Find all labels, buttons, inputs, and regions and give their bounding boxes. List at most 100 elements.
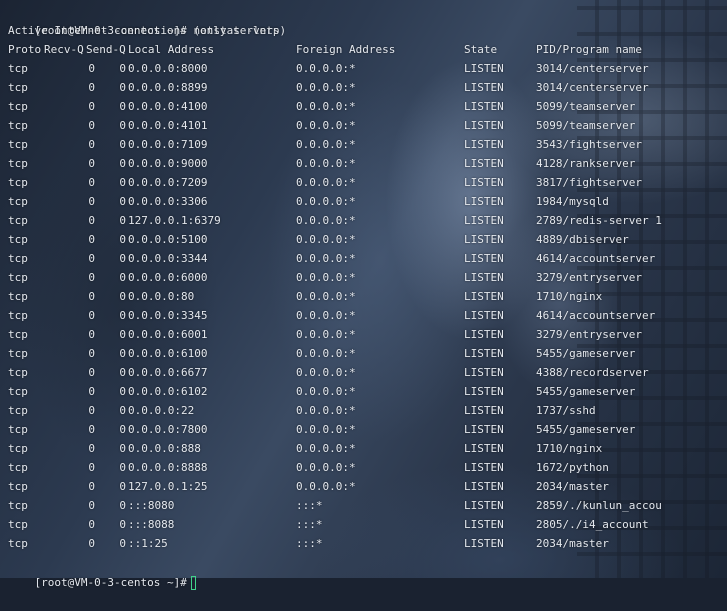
cell-pid-program: 5455/gameserver bbox=[536, 423, 636, 436]
cell-send-q: 0 bbox=[119, 518, 126, 531]
table-row: tcp 0 0::1:25:::* LISTEN 2034/master bbox=[8, 534, 708, 553]
cell-proto: tcp bbox=[8, 366, 28, 379]
header-send-q: Send-Q bbox=[86, 43, 126, 56]
cell-proto: tcp bbox=[8, 461, 28, 474]
cell-state: LISTEN bbox=[464, 461, 504, 474]
cell-local-address: 0.0.0.0:5100 bbox=[128, 233, 208, 246]
header-recv-q: Recv-Q bbox=[44, 43, 84, 56]
cell-proto: tcp bbox=[8, 328, 28, 341]
table-row: tcp 0 0 0.0.0.0:80 0.0.0.0:* LISTEN 1710/nginx bbox=[8, 287, 708, 306]
cell-send-q: 0 bbox=[119, 271, 126, 284]
cell-recv-q: 0 bbox=[88, 423, 95, 436]
table-row: tcp 0 0 0.0.0.0:6001 0.0.0.0:* LISTEN 3279/ent… bbox=[8, 325, 708, 344]
cell-foreign-address: 0.0.0.0:* bbox=[296, 423, 356, 436]
table-row: tcp 0 0 0.0.0.0:888 0.0.0.0:* LISTEN 1710/ngin… bbox=[8, 439, 708, 458]
cell-state: LISTEN bbox=[464, 328, 504, 341]
cell-send-q: 0 bbox=[119, 347, 126, 360]
cell-proto: tcp bbox=[8, 81, 28, 94]
cell-send-q: 0 bbox=[119, 404, 126, 417]
cell-local-address: 0.0.0.0:7800 bbox=[128, 423, 208, 436]
cell-pid-program: 4614/accountserver bbox=[536, 252, 656, 265]
cell-foreign-address: 0.0.0.0:* bbox=[296, 81, 356, 94]
cell-local-address: 0.0.0.0:888 bbox=[128, 442, 201, 455]
cell-foreign-address: :::* bbox=[296, 499, 323, 512]
cell-state: LISTEN bbox=[464, 309, 504, 322]
cell-foreign-address: 0.0.0.0:* bbox=[296, 385, 356, 398]
cell-foreign-address: 0.0.0.0:* bbox=[296, 214, 356, 227]
table-header: Proto Recv-Q Send-Q Local Address Foreig… bbox=[8, 40, 708, 59]
cell-proto: tcp bbox=[8, 480, 28, 493]
cell-pid-program: 3279/entryserver bbox=[536, 328, 642, 341]
cell-recv-q: 0 bbox=[88, 138, 95, 151]
cell-pid-program: 1737/sshd bbox=[536, 404, 596, 417]
cell-recv-q: 0 bbox=[88, 119, 95, 132]
cell-recv-q: 0 bbox=[88, 309, 95, 322]
table-row: tcp 0 0 0.0.0.0:6100 0.0.0.0:* LISTEN 5455/gam… bbox=[8, 344, 708, 363]
cell-pid-program: 1672/python bbox=[536, 461, 609, 474]
cell-state: LISTEN bbox=[464, 138, 504, 151]
cell-local-address: 0.0.0.0:6677 bbox=[128, 366, 208, 379]
cell-recv-q: 0 bbox=[88, 461, 95, 474]
cell-send-q: 0 bbox=[119, 62, 126, 75]
cell-proto: tcp bbox=[8, 176, 28, 189]
cell-pid-program: 1984/mysqld bbox=[536, 195, 609, 208]
cell-state: LISTEN bbox=[464, 404, 504, 417]
table-row: tcp 0 0 0.0.0.0:3306 0.0.0.0:* LISTEN 1984/mys… bbox=[8, 192, 708, 211]
cell-pid-program: 3014/centerserver bbox=[536, 62, 649, 75]
cell-pid-program: 4614/accountserver bbox=[536, 309, 656, 322]
cell-local-address: 0.0.0.0:7209 bbox=[128, 176, 208, 189]
table-row: tcp 0 0 0.0.0.0:6677 0.0.0.0:* LISTEN 4388/rec… bbox=[8, 363, 708, 382]
cell-recv-q: 0 bbox=[88, 290, 95, 303]
cell-proto: tcp bbox=[8, 404, 28, 417]
cell-local-address: :::8080 bbox=[128, 499, 175, 512]
cell-foreign-address: 0.0.0.0:* bbox=[296, 157, 356, 170]
cell-pid-program: 4388/recordserver bbox=[536, 366, 649, 379]
cell-proto: tcp bbox=[8, 537, 28, 550]
cell-state: LISTEN bbox=[464, 480, 504, 493]
cell-send-q: 0 bbox=[119, 366, 126, 379]
cell-local-address: 0.0.0.0:80 bbox=[128, 290, 195, 303]
table-row: tcp 0 0 0.0.0.0:8000 0.0.0.0:* LISTEN 3014/cen… bbox=[8, 59, 708, 78]
cell-local-address: ::1:25 bbox=[128, 537, 168, 550]
cell-state: LISTEN bbox=[464, 195, 504, 208]
final-prompt-line[interactable]: [root@VM-0-3-centos ~]# bbox=[8, 554, 196, 590]
cell-pid-program: 1710/nginx bbox=[536, 442, 603, 455]
cell-send-q: 0 bbox=[119, 423, 126, 436]
cell-recv-q: 0 bbox=[88, 252, 95, 265]
text-cursor bbox=[190, 576, 196, 590]
cell-local-address: 0.0.0.0:6000 bbox=[128, 271, 208, 284]
table-row: tcp 0 0 0.0.0.0:5100 0.0.0.0:* LISTEN 4889/dbi… bbox=[8, 230, 708, 249]
cell-foreign-address: 0.0.0.0:* bbox=[296, 461, 356, 474]
cell-state: LISTEN bbox=[464, 271, 504, 284]
table-row: tcp 0 0 0.0.0.0:4100 0.0.0.0:* LISTEN 5099/tea… bbox=[8, 97, 708, 116]
cell-proto: tcp bbox=[8, 442, 28, 455]
cell-proto: tcp bbox=[8, 119, 28, 132]
cell-proto: tcp bbox=[8, 271, 28, 284]
terminal-window[interactable]: [root@VM-0-3-centos ~]# netstat -lntp Ac… bbox=[8, 0, 727, 590]
cell-state: LISTEN bbox=[464, 366, 504, 379]
cell-foreign-address: 0.0.0.0:* bbox=[296, 100, 356, 113]
cell-local-address: 0.0.0.0:4100 bbox=[128, 100, 208, 113]
cell-recv-q: 0 bbox=[88, 100, 95, 113]
cell-pid-program: 1710/nginx bbox=[536, 290, 603, 303]
cell-proto: tcp bbox=[8, 195, 28, 208]
cell-foreign-address: 0.0.0.0:* bbox=[296, 271, 356, 284]
cell-recv-q: 0 bbox=[88, 404, 95, 417]
cell-foreign-address: 0.0.0.0:* bbox=[296, 290, 356, 303]
table-row: tcp 0 0 0.0.0.0:6000 0.0.0.0:* LISTEN 3279/ent… bbox=[8, 268, 708, 287]
cell-recv-q: 0 bbox=[88, 499, 95, 512]
cell-state: LISTEN bbox=[464, 81, 504, 94]
header-proto: Proto bbox=[8, 43, 42, 56]
cell-pid-program: 2034/master bbox=[536, 480, 609, 493]
cell-send-q: 0 bbox=[119, 157, 126, 170]
header-state: State bbox=[464, 43, 498, 56]
cell-local-address: 0.0.0.0:8888 bbox=[128, 461, 208, 474]
table-row: tcp 0 0 0.0.0.0:6102 0.0.0.0:* LISTEN 5455/gam… bbox=[8, 382, 708, 401]
cell-proto: tcp bbox=[8, 157, 28, 170]
cell-pid-program: 2034/master bbox=[536, 537, 609, 550]
cell-recv-q: 0 bbox=[88, 214, 95, 227]
table-row: tcp 0 0:::8080:::* LISTEN 2859/./kunlun_acco… bbox=[8, 496, 708, 515]
header-foreign-address: Foreign Address bbox=[296, 43, 396, 56]
cell-proto: tcp bbox=[8, 62, 28, 75]
cell-recv-q: 0 bbox=[88, 81, 95, 94]
